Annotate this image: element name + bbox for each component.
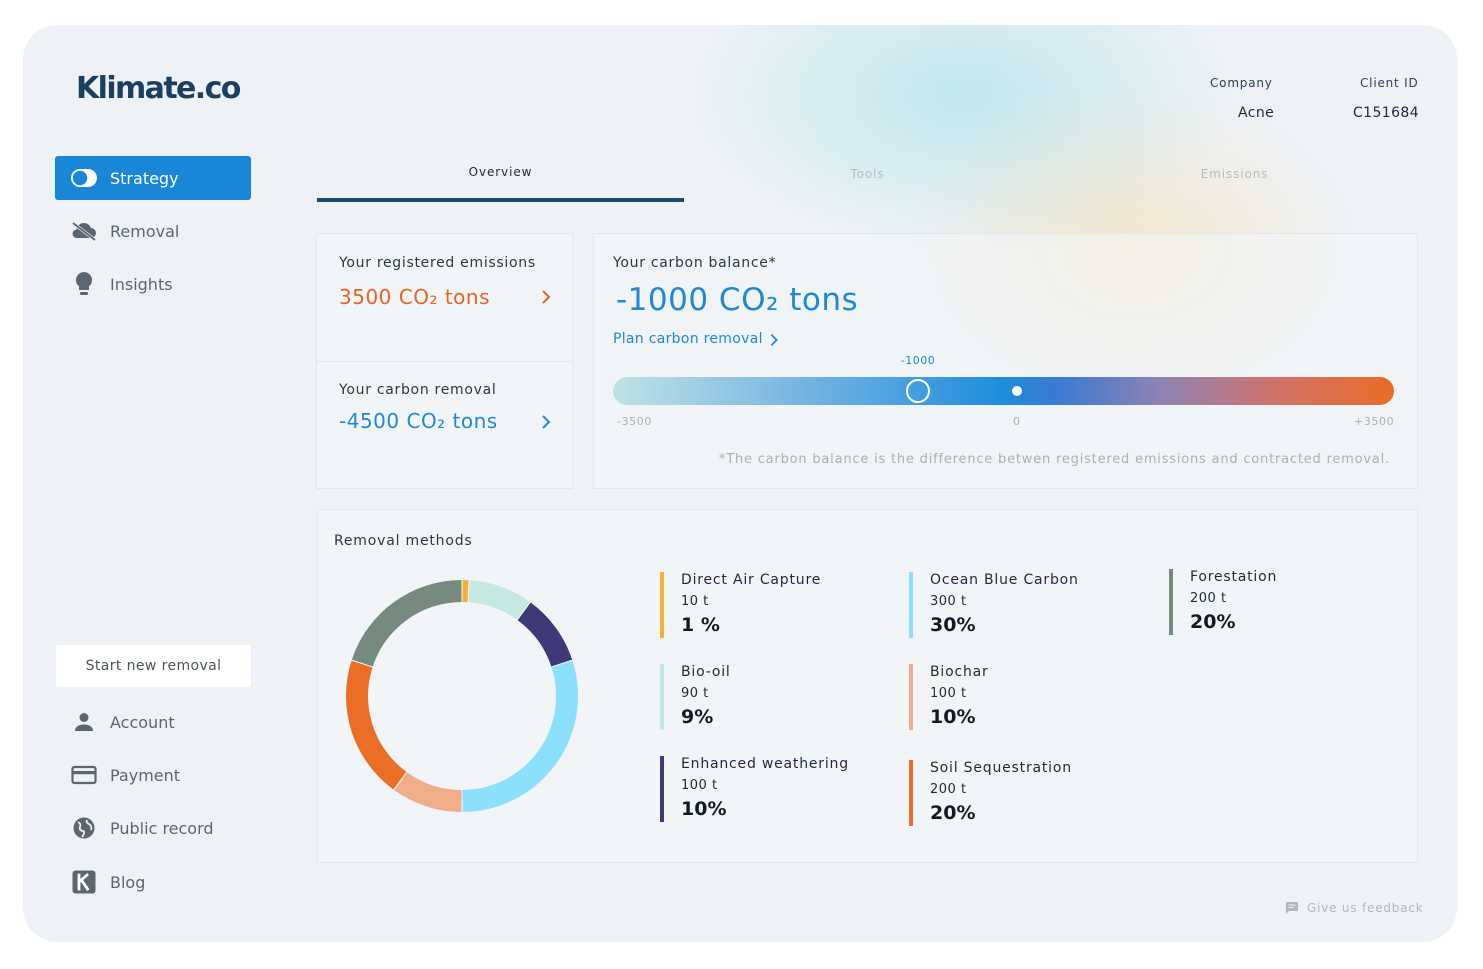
removal-methods-title: Removal methods — [334, 533, 473, 549]
company-value: Acne — [1238, 105, 1275, 121]
method-name: Forestation — [1190, 569, 1278, 585]
method-percent: 10% — [681, 798, 727, 820]
method-name: Direct Air Capture — [681, 572, 822, 588]
method-amount: 300 t — [930, 594, 967, 609]
balance-slider-zero-dot — [1012, 386, 1022, 396]
method-percent: 20% — [1190, 611, 1236, 633]
method-amount: 100 t — [681, 778, 718, 793]
slider-max-label: +3500 — [1354, 415, 1395, 428]
method-name: Soil Sequestration — [930, 760, 1072, 776]
method-color-bar — [909, 572, 913, 638]
company-label: Company — [1210, 76, 1273, 90]
method-amount: 200 t — [930, 782, 967, 797]
plan-carbon-removal-label: Plan carbon removal — [613, 331, 763, 347]
chevron-right-icon — [770, 334, 778, 346]
donut-slice-soil-sequestration — [346, 660, 407, 790]
cloud-off-icon — [70, 217, 98, 245]
sidebar-item-label: Blog — [110, 872, 146, 892]
carbon-balance-title: Your carbon balance* — [613, 255, 777, 271]
balance-slider-marker-label: -1000 — [900, 354, 936, 367]
give-feedback-label: Give us feedback — [1307, 901, 1424, 915]
sidebar-item-account[interactable]: Account — [55, 700, 251, 744]
carbon-removal-title: Your carbon removal — [339, 382, 497, 398]
card-divider — [317, 361, 572, 362]
credit-card-icon — [70, 761, 98, 789]
client-id-value: C151684 — [1353, 105, 1420, 121]
donut-slice-forestation — [351, 580, 462, 667]
sidebar-item-insights[interactable]: Insights — [55, 262, 251, 306]
globe-icon — [70, 814, 98, 842]
method-amount: 10 t — [681, 594, 709, 609]
summary-card — [316, 233, 573, 489]
method-amount: 100 t — [930, 686, 967, 701]
slider-zero-label: 0 — [1013, 415, 1021, 428]
method-color-bar — [909, 664, 913, 730]
donut-slice-ocean-blue-carbon — [462, 660, 578, 812]
tab-overview[interactable]: Overview — [317, 165, 684, 179]
method-name: Enhanced weathering — [681, 756, 849, 772]
method-name: Bio-oil — [681, 664, 731, 680]
chat-icon — [1285, 901, 1299, 915]
sidebar-item-label: Strategy — [110, 168, 179, 188]
method-name: Ocean Blue Carbon — [930, 572, 1079, 588]
registered-emissions-title: Your registered emissions — [339, 255, 536, 271]
lightbulb-icon — [70, 270, 98, 298]
brand-logo[interactable]: Klimate.co — [76, 71, 241, 106]
sidebar-item-label: Removal — [110, 221, 180, 241]
donut-slice-direct-air-capture — [462, 580, 469, 603]
registered-emissions-value[interactable]: 3500 CO₂ tons — [339, 285, 490, 309]
carbon-removal-value[interactable]: -4500 CO₂ tons — [339, 409, 498, 433]
sidebar-item-label: Account — [110, 712, 175, 732]
method-amount: 200 t — [1190, 591, 1227, 606]
balance-slider-track — [613, 377, 1394, 405]
donut-slice-enhanced-weathering — [517, 602, 573, 667]
method-color-bar — [909, 760, 913, 826]
tab-tools[interactable]: Tools — [684, 167, 1051, 181]
sidebar-item-removal[interactable]: Removal — [55, 209, 251, 253]
chevron-right-icon[interactable] — [537, 413, 555, 431]
k-logo-icon — [70, 868, 98, 896]
method-color-bar — [660, 664, 664, 730]
chevron-right-icon[interactable] — [537, 288, 555, 306]
method-percent: 1 % — [681, 614, 720, 636]
tab-emissions[interactable]: Emissions — [1051, 167, 1418, 181]
method-color-bar — [1169, 569, 1173, 635]
plan-carbon-removal-link[interactable]: Plan carbon removal — [613, 331, 778, 347]
give-feedback-link[interactable]: Give us feedback — [1285, 901, 1424, 915]
method-percent: 9% — [681, 706, 714, 728]
sidebar-item-label: Payment — [110, 765, 181, 785]
sidebar-item-strategy[interactable]: Strategy — [55, 156, 251, 200]
carbon-balance-value: -1000 CO₂ tons — [616, 282, 859, 318]
balance-slider-thumb[interactable] — [906, 379, 930, 403]
active-tab-indicator — [317, 198, 684, 202]
method-percent: 30% — [930, 614, 976, 636]
start-new-removal-button[interactable]: Start new removal — [56, 645, 251, 687]
method-color-bar — [660, 572, 664, 638]
sidebar-item-blog[interactable]: Blog — [55, 860, 251, 904]
toggle-icon — [70, 164, 98, 192]
client-id-label: Client ID — [1360, 76, 1419, 90]
donut-slice-bio-oil — [468, 580, 530, 620]
person-icon — [70, 708, 98, 736]
sidebar-item-label: Insights — [110, 274, 173, 294]
method-color-bar — [660, 756, 664, 822]
sidebar-item-payment[interactable]: Payment — [55, 753, 251, 797]
donut-slice-biochar — [394, 772, 462, 812]
method-name: Biochar — [930, 664, 989, 680]
method-percent: 10% — [930, 706, 976, 728]
carbon-balance-card — [593, 233, 1418, 489]
app-window: Klimate.co Company Acne Client ID C15168… — [23, 25, 1457, 942]
method-percent: 20% — [930, 802, 976, 824]
slider-min-label: -3500 — [617, 415, 652, 428]
sidebar-item-label: Public record — [110, 818, 214, 838]
carbon-balance-footnote: *The carbon balance is the difference be… — [718, 452, 1390, 467]
method-amount: 90 t — [681, 686, 709, 701]
removal-methods-donut-chart — [346, 580, 578, 812]
sidebar-item-public-record[interactable]: Public record — [55, 806, 251, 850]
